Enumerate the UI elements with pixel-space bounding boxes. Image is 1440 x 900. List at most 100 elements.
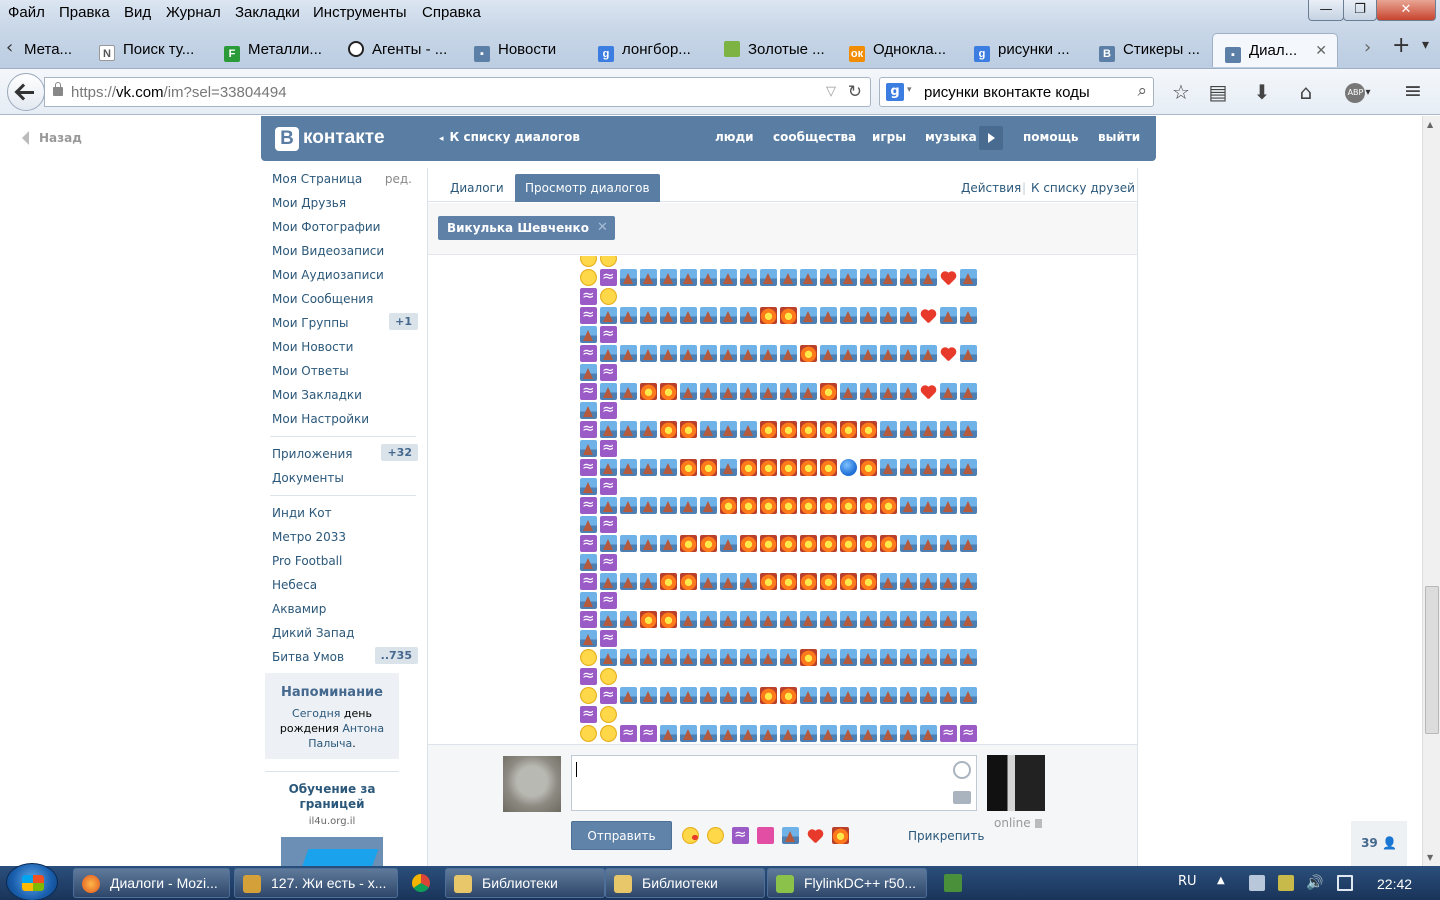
tab-9[interactable]: B Стикеры ...: [1099, 33, 1211, 67]
network-icon[interactable]: [1337, 875, 1353, 891]
header-link-help[interactable]: помощь: [1023, 130, 1078, 144]
search-icon[interactable]: ⌕: [1137, 81, 1147, 101]
sidebar-item-audio[interactable]: Мои Аудиозаписи: [264, 264, 422, 288]
aq-emoji-icon[interactable]: [732, 826, 749, 844]
tab-8[interactable]: g рисунки ...: [974, 33, 1086, 67]
tab-list-icon[interactable]: ▾: [1422, 37, 1429, 53]
taskbar-chrome[interactable]: [396, 868, 446, 898]
tab-5[interactable]: g лонгбор...: [598, 33, 710, 67]
attach-link[interactable]: Прикрепить: [908, 829, 984, 843]
mtn-emoji-icon[interactable]: [782, 827, 799, 844]
butterfly-tray-icon[interactable]: [1278, 875, 1294, 891]
tab-active-dialogs[interactable]: ▪ Диал... ✕: [1212, 33, 1338, 67]
header-link-communities[interactable]: сообщества: [773, 130, 856, 144]
tabs-scroll-right-icon[interactable]: ›: [1364, 37, 1371, 58]
google-icon[interactable]: g: [886, 83, 904, 101]
edit-link[interactable]: ред.: [385, 172, 412, 186]
page-scrollbar[interactable]: ▲ ▼: [1422, 116, 1440, 866]
my-avatar[interactable]: [503, 756, 561, 812]
volume-icon[interactable]: 🔊: [1306, 875, 1323, 891]
menu-view[interactable]: Вид: [124, 4, 151, 21]
address-bar[interactable]: https://vk.com/im?sel=33804494 ▽ ↻: [44, 77, 871, 107]
sidebar-app-dikiy-zapad[interactable]: Дикий Запад: [264, 622, 422, 646]
taskbar-flylinkdc[interactable]: FlylinkDC++ r50...: [767, 868, 927, 898]
menu-help[interactable]: Справка: [422, 4, 481, 21]
sidebar-app-metro-2033[interactable]: Метро 2033: [264, 526, 422, 550]
vk-logo[interactable]: Вконтакте: [275, 127, 385, 151]
menu-bookmarks[interactable]: Закладки: [235, 4, 300, 21]
header-link-music[interactable]: музыка: [925, 130, 977, 144]
message-history[interactable]: [428, 256, 1137, 742]
peer-avatar[interactable]: [987, 755, 1045, 811]
actions-link[interactable]: Действия: [961, 181, 1021, 195]
header-link-games[interactable]: игры: [872, 130, 906, 144]
menu-history[interactable]: Журнал: [166, 4, 221, 21]
bookmarks-list-icon[interactable]: ▤: [1205, 79, 1231, 105]
sidebar-item-settings[interactable]: Мои Настройки: [264, 408, 422, 432]
scroll-up-icon[interactable]: ▲: [1427, 120, 1433, 129]
tab-view-dialogs[interactable]: Просмотр диалогов: [515, 174, 660, 202]
sidebar-app-nebesa[interactable]: Небеса: [264, 574, 422, 598]
menu-hamburger-icon[interactable]: ≡: [1400, 79, 1426, 105]
tab-1[interactable]: N Поиск ту...: [99, 33, 211, 67]
tab-7[interactable]: ок Однокла...: [849, 33, 961, 67]
send-button[interactable]: Отправить: [571, 821, 672, 850]
sidebar-item-news[interactable]: Мои Новости: [264, 336, 422, 360]
remove-peer-icon[interactable]: ✕: [597, 220, 608, 235]
ad-block[interactable]: Обучение за границей il4u.org.il: [265, 771, 399, 866]
ad-title[interactable]: Обучение за границей: [265, 782, 399, 812]
download-icon[interactable]: ⬇: [1249, 79, 1275, 105]
taskbar-libraries-2[interactable]: Библиотеки: [605, 868, 765, 898]
sidebar-item-messages[interactable]: Мои Сообщения: [264, 288, 422, 312]
smiley-icon[interactable]: [953, 761, 971, 779]
header-link-logout[interactable]: выйти: [1098, 130, 1140, 144]
search-bar[interactable]: g ▾ рисунки вконтакте коды ⌕: [879, 77, 1154, 107]
sidebar-app-bitva-umov[interactable]: Битва Умов ..735: [264, 646, 422, 670]
tab-0[interactable]: Мета...: [24, 33, 90, 67]
sidebar-item-groups[interactable]: Мои Группы +1: [264, 312, 422, 336]
tab-dialogs[interactable]: Диалоги: [440, 174, 514, 202]
face-emoji-icon[interactable]: [707, 827, 724, 844]
to-dialogs-link[interactable]: ◂ К списку диалогов: [439, 130, 580, 144]
menu-file[interactable]: Файл: [8, 4, 45, 21]
sidebar-app-pro-football[interactable]: Pro Football: [264, 550, 422, 574]
taskbar-app-2[interactable]: 127. Жи есть - х...: [234, 868, 398, 898]
engine-dropdown-icon[interactable]: ▾: [907, 85, 912, 95]
taskbar-app-7[interactable]: [928, 868, 978, 898]
vk-back-link[interactable]: Назад: [22, 131, 82, 145]
reload-icon[interactable]: ↻: [848, 82, 862, 102]
online-friends-button[interactable]: 39 👤: [1351, 821, 1407, 866]
start-button[interactable]: [6, 863, 58, 900]
sidebar-item-answers[interactable]: Мои Ответы: [264, 360, 422, 384]
bookmark-star-icon[interactable]: ☆: [1168, 79, 1194, 105]
kiss-emoji-icon[interactable]: [682, 827, 699, 844]
peer-chip[interactable]: Викулька Шевченко ✕: [438, 216, 615, 240]
header-link-people[interactable]: люди: [715, 130, 754, 144]
sun-emoji-icon[interactable]: [832, 827, 849, 844]
tab-6[interactable]: Золотые ...: [724, 33, 836, 67]
sidebar-item-friends[interactable]: Мои Друзья: [264, 192, 422, 216]
adblock-icon[interactable]: ABP ▾: [1340, 79, 1376, 105]
history-dropdown-icon[interactable]: ▽: [826, 84, 836, 99]
scroll-thumb[interactable]: [1425, 586, 1439, 734]
sidebar-item-apps[interactable]: Приложения +32: [264, 443, 422, 467]
sidebar-app-indi-kot[interactable]: Инди Кот: [264, 502, 422, 526]
tab-2[interactable]: F Металли...: [224, 33, 336, 67]
sidebar-item-videos[interactable]: Мои Видеозаписи: [264, 240, 422, 264]
message-input[interactable]: [571, 755, 977, 811]
sidebar-item-my-page[interactable]: Моя Страница ред.: [264, 168, 422, 192]
tabs-scroll-left-icon[interactable]: ‹: [6, 37, 13, 58]
sidebar-item-photos[interactable]: Мои Фотографии: [264, 216, 422, 240]
sidebar-item-documents[interactable]: Документы: [264, 467, 422, 491]
minimize-button[interactable]: —: [1308, 0, 1344, 21]
tray-expand-icon[interactable]: ▲: [1217, 875, 1225, 886]
ad-image[interactable]: [281, 837, 383, 866]
to-friends-link[interactable]: К списку друзей: [1031, 181, 1135, 195]
clock[interactable]: 22:42: [1377, 876, 1412, 892]
language-indicator[interactable]: RU: [1178, 874, 1197, 889]
close-tab-icon[interactable]: ✕: [1315, 42, 1327, 59]
scroll-down-icon[interactable]: ▼: [1427, 853, 1433, 862]
tab-3[interactable]: Агенты - ...: [348, 33, 460, 67]
home-icon[interactable]: ⌂: [1293, 79, 1319, 105]
taskbar-libraries-1[interactable]: Библиотеки: [445, 868, 605, 898]
